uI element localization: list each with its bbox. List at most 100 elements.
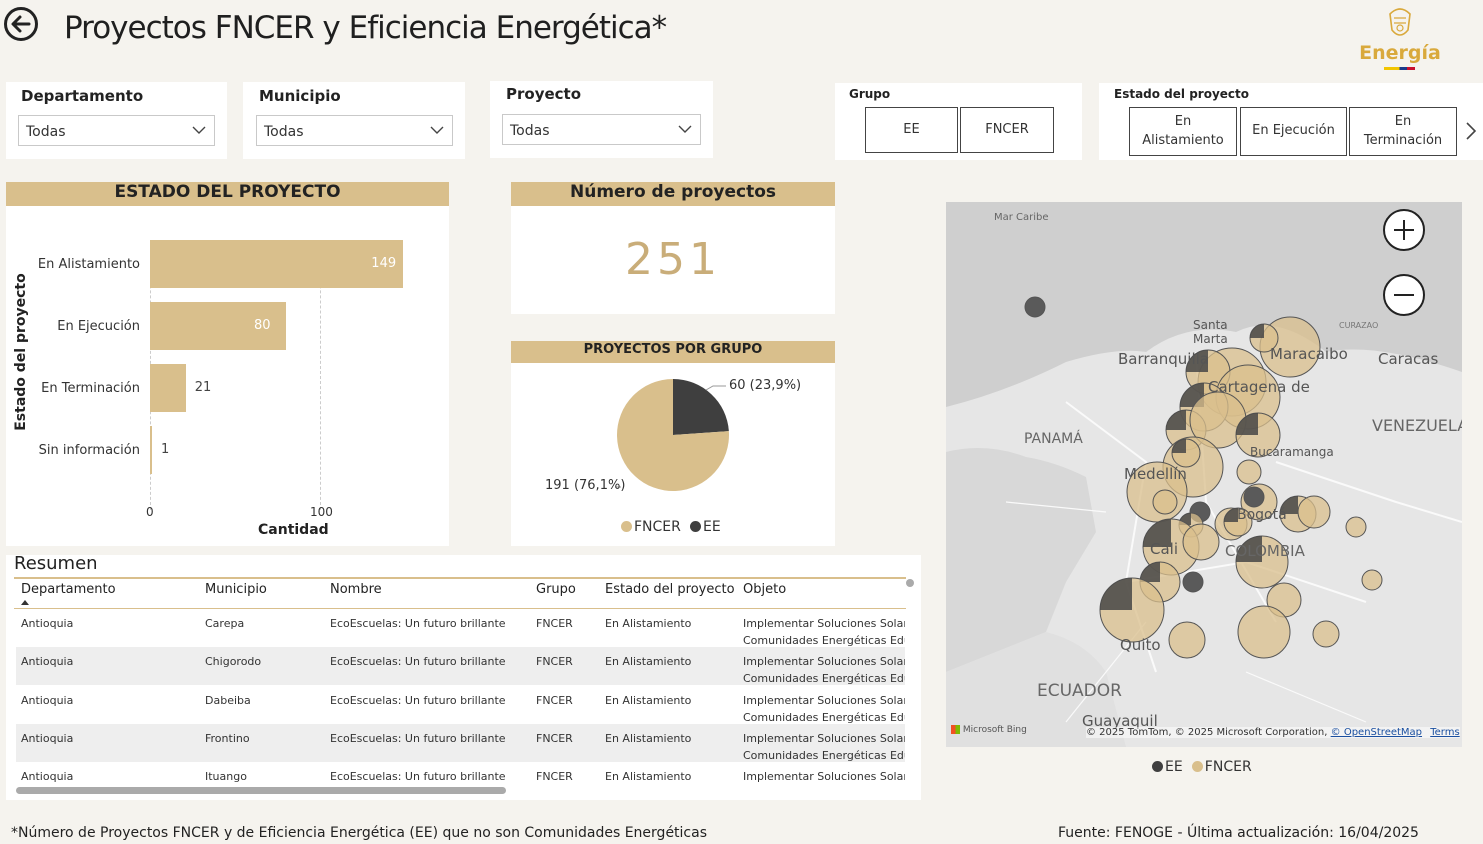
legend-fncer-dot bbox=[621, 521, 632, 532]
arrow-left-icon bbox=[11, 15, 31, 33]
map-bubble[interactable] bbox=[1236, 459, 1262, 485]
table-row[interactable]: Antioquia Dabeiba EcoEscuelas: Un futuro… bbox=[16, 686, 905, 724]
proyecto-dropdown[interactable]: Todas bbox=[502, 114, 701, 145]
estado-alistamiento-button[interactable]: En Alistamiento bbox=[1129, 107, 1237, 156]
attribution-text: © 2025 TomTom, © 2025 Microsoft Corporat… bbox=[1086, 727, 1328, 738]
cell-municipio: Frontino bbox=[205, 732, 250, 745]
map-label-venezuela: VENEZUELA bbox=[1372, 416, 1462, 435]
osm-link[interactable]: © OpenStreetMap bbox=[1331, 727, 1422, 738]
map-bubble[interactable] bbox=[1152, 489, 1178, 515]
cell-estado: En Alistamiento bbox=[605, 694, 692, 707]
vertical-scrollbar[interactable] bbox=[906, 579, 914, 587]
cell-objeto-line1: Implementar Soluciones Solar bbox=[743, 655, 905, 668]
proyecto-label: Proyecto bbox=[506, 85, 582, 103]
map-legend-ee-label: EE bbox=[1165, 759, 1183, 775]
municipio-label: Municipio bbox=[259, 87, 341, 105]
col-header-objeto[interactable]: Objeto bbox=[743, 582, 786, 597]
cell-grupo: FNCER bbox=[536, 617, 573, 630]
bing-text: Microsoft Bing bbox=[962, 725, 1027, 735]
bar-value-label: 1 bbox=[161, 442, 170, 457]
estado-bar[interactable] bbox=[150, 426, 152, 474]
grupo-ee-button[interactable]: EE bbox=[865, 107, 958, 153]
cell-municipio: Ituango bbox=[205, 770, 247, 783]
departamento-dropdown[interactable]: Todas bbox=[18, 115, 215, 146]
map-label-barranquilla: Barranquilla bbox=[1118, 350, 1209, 368]
legend-ee-dot bbox=[689, 521, 701, 532]
map-bubble[interactable] bbox=[1361, 569, 1383, 591]
zoom-in-button[interactable] bbox=[1383, 209, 1425, 251]
cell-objeto-line2: Comunidades Energéticas Edu bbox=[743, 672, 905, 685]
chevron-right-icon[interactable] bbox=[1465, 122, 1477, 140]
table-row[interactable]: Antioquia Ituango EcoEscuelas: Un futuro… bbox=[16, 762, 905, 784]
map-bubble[interactable] bbox=[1168, 621, 1206, 659]
map-label-cartagena: Cartagena de bbox=[1208, 378, 1310, 396]
departamento-label: Departamento bbox=[21, 87, 144, 105]
estado-chart-title: ESTADO DEL PROYECTO bbox=[114, 182, 341, 202]
map-bubble[interactable] bbox=[1182, 571, 1204, 593]
terms-link[interactable]: Terms bbox=[1430, 727, 1459, 738]
map-attribution: © 2025 TomTom, © 2025 Microsoft Corporat… bbox=[1086, 727, 1460, 738]
proyecto-slicer: Proyecto Todas bbox=[490, 81, 713, 158]
proyecto-value: Todas bbox=[510, 123, 550, 139]
estado-chart-card: ESTADO DEL PROYECTO Estado del proyecto … bbox=[6, 182, 449, 546]
cell-nombre: EcoEscuelas: Un futuro brillante bbox=[330, 617, 506, 630]
grupo-chart-card: PROYECTOS POR GRUPO 60 (23,9%) 191 (76,1… bbox=[511, 341, 835, 546]
kpi-title: Número de proyectos bbox=[569, 182, 777, 202]
map-bubble[interactable] bbox=[1345, 516, 1367, 538]
horizontal-scrollbar[interactable] bbox=[16, 787, 506, 794]
municipio-slicer: Municipio Todas bbox=[243, 82, 465, 159]
map-label-ecuador: ECUADOR bbox=[1037, 681, 1122, 701]
table-row[interactable]: Antioquia Chigorodo EcoEscuelas: Un futu… bbox=[16, 647, 905, 685]
cell-nombre: EcoEscuelas: Un futuro brillante bbox=[330, 694, 506, 707]
pie-slice-ee[interactable] bbox=[673, 379, 729, 435]
col-header-estado[interactable]: Estado del proyecto bbox=[605, 582, 735, 597]
zoom-out-button[interactable] bbox=[1383, 274, 1425, 316]
table-top-line bbox=[14, 577, 906, 579]
energia-logo: Energía bbox=[1358, 4, 1442, 74]
sort-asc-icon bbox=[21, 600, 29, 605]
estado-ejecucion-button[interactable]: En Ejecución bbox=[1240, 107, 1347, 156]
flag-stripe bbox=[1384, 67, 1415, 70]
col-header-municipio[interactable]: Municipio bbox=[205, 582, 267, 597]
estado-bar[interactable] bbox=[150, 364, 186, 412]
map-bubble[interactable] bbox=[1237, 605, 1291, 659]
municipio-dropdown[interactable]: Todas bbox=[256, 115, 453, 146]
cell-grupo: FNCER bbox=[536, 694, 573, 707]
cell-grupo: FNCER bbox=[536, 732, 573, 745]
map-label-cali: Cali bbox=[1150, 540, 1179, 558]
map-bubble[interactable] bbox=[1243, 486, 1265, 508]
map-bubble[interactable] bbox=[1024, 296, 1046, 318]
map[interactable]: Mar Caribe Santa Marta Barranquilla Mara… bbox=[946, 202, 1462, 747]
cell-estado: En Alistamiento bbox=[605, 617, 692, 630]
chevron-down-icon bbox=[430, 126, 444, 134]
cell-nombre: EcoEscuelas: Un futuro brillante bbox=[330, 655, 506, 668]
table-row[interactable]: Antioquia Frontino EcoEscuelas: Un futur… bbox=[16, 724, 905, 762]
map-bubble[interactable] bbox=[1312, 620, 1340, 648]
municipio-value: Todas bbox=[264, 124, 304, 140]
map-bubble[interactable] bbox=[1182, 523, 1220, 561]
bar-value-label: 80 bbox=[254, 318, 271, 333]
col-header-departamento[interactable]: Departamento bbox=[21, 582, 116, 597]
estado-bar[interactable] bbox=[150, 240, 404, 288]
estado-terminacion-button[interactable]: En Terminación bbox=[1349, 107, 1457, 156]
cell-objeto-line1: Implementar Soluciones Solar bbox=[743, 617, 905, 630]
departamento-slicer: Departamento Todas bbox=[6, 82, 227, 159]
departamento-value: Todas bbox=[26, 124, 66, 140]
col-header-grupo[interactable]: Grupo bbox=[536, 582, 576, 597]
back-button[interactable] bbox=[4, 7, 38, 41]
cell-municipio: Chigorodo bbox=[205, 655, 262, 668]
footer-source: Fuente: FENOGE - Última actualización: 1… bbox=[1058, 825, 1419, 841]
map-legend-fncer-label: FNCER bbox=[1204, 759, 1252, 775]
table-row[interactable]: Antioquia Carepa EcoEscuelas: Un futuro … bbox=[16, 609, 905, 647]
cell-departamento: Antioquia bbox=[21, 617, 74, 630]
chevron-down-icon bbox=[678, 125, 692, 133]
page-title: Proyectos FNCER y Eficiencia Energética* bbox=[64, 10, 667, 46]
map-bubble[interactable] bbox=[1297, 495, 1331, 529]
estado-chart-xlabel: Cantidad bbox=[258, 522, 329, 538]
grupo-fncer-button[interactable]: FNCER bbox=[960, 107, 1054, 153]
legend-ee-label: EE bbox=[702, 519, 721, 535]
map-label-quito: Quito bbox=[1120, 636, 1161, 654]
col-header-nombre[interactable]: Nombre bbox=[330, 582, 382, 597]
cell-departamento: Antioquia bbox=[21, 732, 74, 745]
map-label-curazao: CURAZAO bbox=[1339, 321, 1379, 330]
